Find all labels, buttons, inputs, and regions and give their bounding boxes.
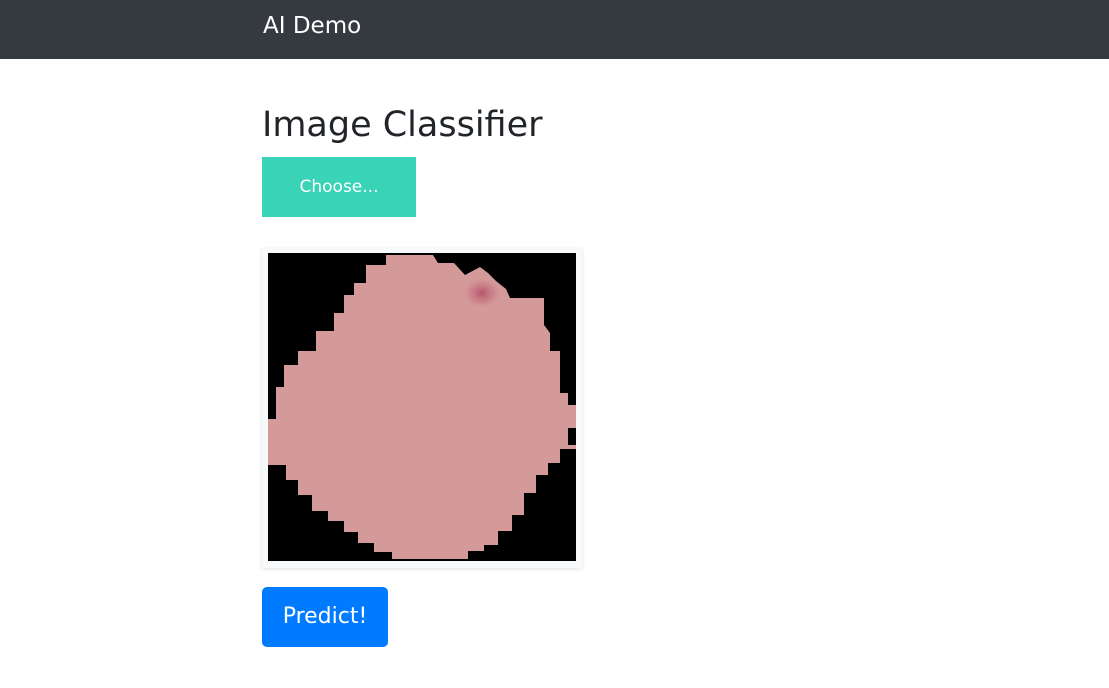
navbar-brand[interactable]: AI Demo: [263, 12, 361, 40]
image-preview: [262, 248, 582, 568]
navbar: AI Demo: [0, 0, 1109, 59]
page-title: Image Classifier: [262, 105, 543, 145]
predict-button[interactable]: Predict!: [262, 587, 388, 647]
cell-image: [268, 253, 576, 561]
choose-file-button[interactable]: Choose...: [262, 157, 416, 217]
